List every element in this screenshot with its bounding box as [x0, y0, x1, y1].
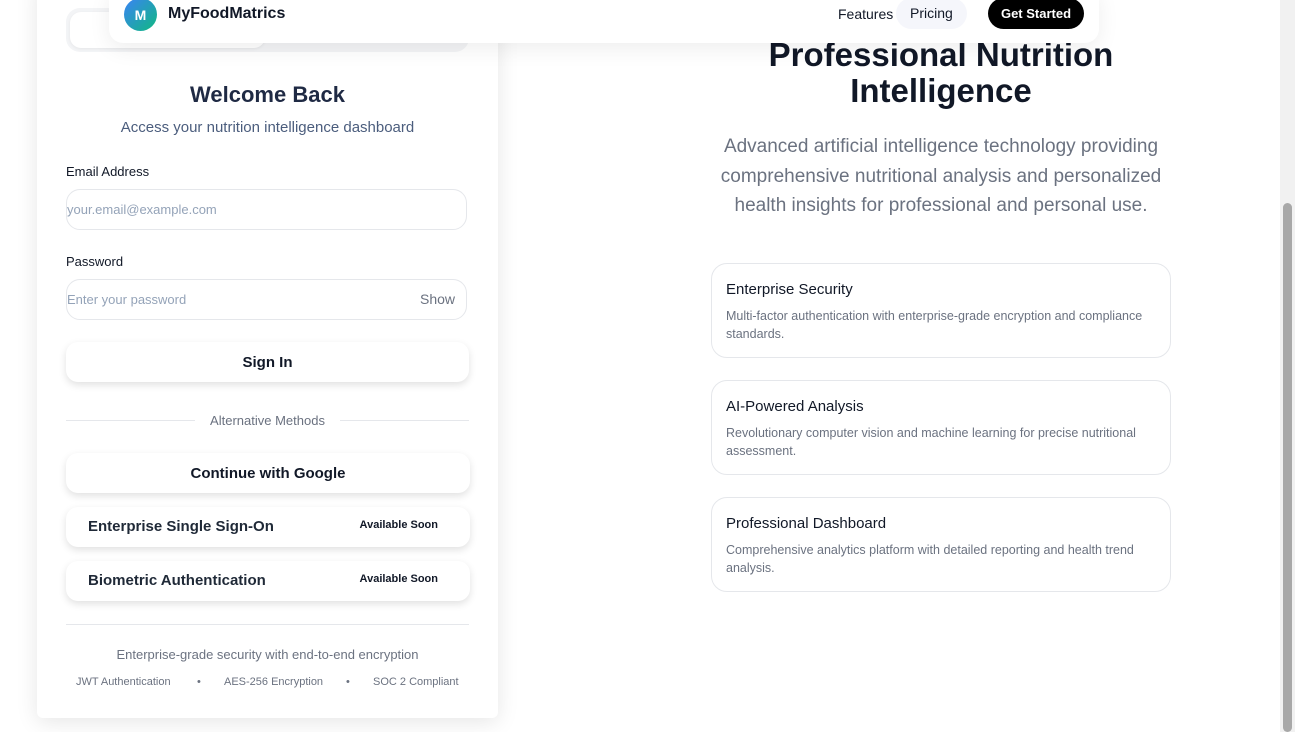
footer-separator	[66, 624, 469, 625]
enterprise-sso-button[interactable]: Enterprise Single Sign-On Available Soon	[66, 507, 470, 547]
continue-with-google-button[interactable]: Continue with Google	[66, 453, 470, 493]
feature-title: AI-Powered Analysis	[726, 398, 864, 415]
email-field[interactable]	[66, 189, 467, 230]
get-started-button[interactable]: Get Started	[988, 0, 1084, 29]
security-statement: Enterprise-grade security with end-to-en…	[116, 647, 419, 662]
divider-right	[340, 420, 469, 421]
security-tag: AES-256 Encryption	[224, 676, 324, 688]
show-password-button[interactable]: Show	[420, 291, 455, 307]
feature-card: Professional Dashboard Comprehensive ana…	[711, 497, 1171, 592]
password-field[interactable]	[66, 279, 467, 320]
login-card: Welcome Back Access your nutrition intel…	[37, 0, 498, 718]
available-soon-badge: Available Soon	[359, 519, 438, 531]
feature-description: Multi-factor authentication with enterpr…	[726, 309, 1143, 341]
feature-description: Revolutionary computer vision and machin…	[726, 426, 1136, 458]
hero-subtitle: Advanced artificial intelligence technol…	[720, 136, 1162, 216]
email-label: Email Address	[66, 164, 150, 179]
top-navbar: M MyFoodMatrics Features Pricing Get Sta…	[109, 0, 1099, 43]
feature-title: Professional Dashboard	[726, 515, 887, 532]
separator-dot: •	[197, 676, 201, 688]
scrollbar-thumb[interactable]	[1283, 203, 1292, 732]
separator-dot: •	[346, 676, 350, 688]
page-scrollbar[interactable]	[1280, 0, 1295, 732]
security-tag: SOC 2 Compliant	[373, 676, 459, 688]
nav-pricing-link[interactable]: Pricing	[896, 0, 967, 29]
biometric-auth-button[interactable]: Biometric Authentication Available Soon	[66, 561, 470, 601]
enterprise-sso-label: Enterprise Single Sign-On	[88, 518, 274, 535]
feature-description: Comprehensive analytics platform with de…	[726, 543, 1134, 575]
biometric-auth-label: Biometric Authentication	[88, 572, 266, 589]
feature-title: Enterprise Security	[726, 281, 853, 298]
feature-card: Enterprise Security Multi-factor authent…	[711, 263, 1171, 358]
available-soon-badge: Available Soon	[359, 573, 438, 585]
hero-title: Professional Nutrition Intelligence	[768, 36, 1114, 109]
password-label: Password	[66, 254, 124, 269]
logo-icon[interactable]: M	[124, 0, 157, 31]
feature-card: AI-Powered Analysis Revolutionary comput…	[711, 380, 1171, 475]
security-tag: JWT Authentication	[76, 676, 171, 688]
login-subtitle: Access your nutrition intelligence dashb…	[120, 119, 415, 136]
sign-in-button[interactable]: Sign In	[66, 342, 469, 382]
brand-name[interactable]: MyFoodMatrics	[168, 5, 285, 23]
nav-features-link[interactable]: Features	[838, 6, 893, 22]
login-title: Welcome Back	[190, 82, 345, 107]
